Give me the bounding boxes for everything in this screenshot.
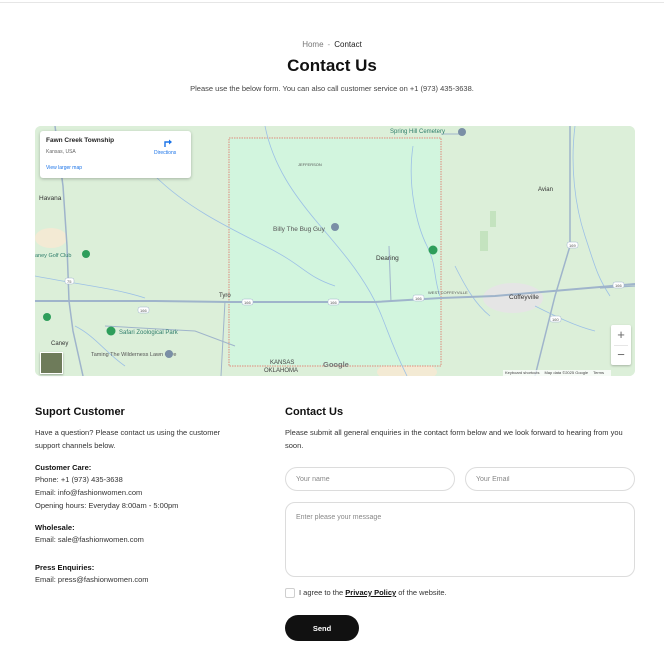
page-subtitle: Please use the below form. You can also …	[190, 84, 474, 93]
directions-link[interactable]: Directions	[154, 150, 176, 156]
page-title: Contact Us	[287, 56, 377, 75]
road-166-a: 166	[140, 308, 147, 313]
road-166-d: 166	[415, 296, 422, 301]
agree-suffix: of the website.	[398, 588, 447, 597]
wholesale-email: Email: sale@fashionwomen.com	[35, 535, 144, 544]
view-larger-map-link[interactable]: View larger map	[46, 165, 82, 171]
keyboard-shortcuts-link[interactable]: Keyboard shortcuts	[505, 370, 539, 375]
road-75: 75	[67, 279, 72, 284]
send-button[interactable]: Send	[285, 615, 359, 641]
road-166-c: 166	[330, 300, 337, 305]
golf-pin-icon	[82, 250, 90, 258]
road-169: 169	[569, 243, 576, 248]
township-boundary	[228, 137, 442, 367]
support-intro: Have a question? Please contact us using…	[35, 428, 221, 450]
label-taming: Taming The Wilderness Lawn Care	[91, 352, 177, 358]
zoom-out-button[interactable]: −	[611, 345, 631, 365]
label-kansas: KANSAS	[270, 360, 294, 366]
road-166-e: 166	[615, 283, 622, 288]
breadcrumb-home-link[interactable]: Home	[302, 40, 323, 49]
terms-link[interactable]: Terms	[593, 370, 604, 375]
lawn-care-pin-icon	[165, 350, 173, 358]
header-divider	[0, 2, 664, 3]
label-jefferson: JEFFERSON	[298, 162, 322, 167]
customer-care-email: Email: info@fashionwomen.com	[35, 488, 143, 497]
privacy-policy-link[interactable]: Privacy Policy	[345, 588, 396, 597]
map-data-text: Map data ©2025 Google	[544, 370, 589, 375]
satellite-toggle-thumbnail[interactable]	[40, 352, 63, 374]
directions-icon[interactable]	[162, 136, 174, 148]
label-dearing: Dearing	[376, 255, 399, 262]
label-spring-hill: Spring Hill Cemetery	[390, 129, 445, 135]
label-bug-guy: Billy The Bug Guy	[273, 226, 326, 233]
press-label: Press Enquiries:	[35, 563, 95, 572]
breadcrumb-current: Contact	[334, 40, 362, 49]
map-place-name: Fawn Creek Township	[46, 137, 115, 144]
agree-prefix: I agree to the	[299, 588, 344, 597]
label-golf-club: aney Golf Club	[35, 253, 71, 259]
privacy-checkbox[interactable]	[285, 588, 295, 598]
breadcrumb: Home - Contact	[0, 40, 664, 49]
label-oklahoma: OKLAHOMA	[264, 368, 298, 374]
map-info-card: Fawn Creek Township Kansas, USA View lar…	[40, 131, 191, 178]
label-west-coffeyville: WEST COFFEYVILLE	[428, 290, 468, 295]
email-field[interactable]	[465, 467, 635, 491]
customer-care-label: Customer Care:	[35, 463, 92, 472]
label-safari: Safari Zoological Park	[119, 330, 179, 336]
dearing-park-pin-icon	[428, 245, 438, 255]
google-logo: Google	[323, 360, 349, 369]
road-166-b: 166	[244, 300, 251, 305]
support-heading: Suport Customer	[35, 406, 125, 418]
road-160: 160	[552, 317, 559, 322]
name-field[interactable]	[285, 467, 455, 491]
label-tyro: Tyro	[219, 293, 231, 299]
zoom-in-button[interactable]: +	[611, 325, 631, 345]
label-avian: Avian	[538, 187, 553, 193]
map-place-region: Kansas, USA	[46, 149, 76, 155]
park-pin-icon	[43, 313, 51, 321]
customer-care-hours: Opening hours: Everyday 8:00am - 5:00pm	[35, 501, 179, 510]
privacy-agreement-text: I agree to the Privacy Policy of the web…	[299, 587, 447, 599]
label-coffeyville: Coffeyville	[509, 294, 539, 301]
map-attribution: Keyboard shortcuts Map data ©2025 Google T…	[503, 370, 612, 376]
wholesale-label: Wholesale:	[35, 523, 75, 532]
label-caney: Caney	[51, 341, 68, 347]
breadcrumb-separator: -	[327, 40, 331, 49]
map-zoom-control: + −	[611, 325, 631, 365]
customer-care-phone: Phone: +1 (973) 435-3638	[35, 475, 123, 484]
press-email: Email: press@fashionwomen.com	[35, 575, 149, 584]
safari-pin-icon	[106, 326, 116, 336]
message-field[interactable]	[285, 502, 635, 577]
bug-guy-pin-icon	[331, 223, 339, 231]
contact-form-heading: Contact Us	[285, 406, 344, 418]
spring-hill-pin-icon	[458, 128, 466, 136]
label-havana: Havana	[39, 195, 62, 202]
contact-form-intro: Please submit all general enquiries in t…	[285, 428, 623, 450]
